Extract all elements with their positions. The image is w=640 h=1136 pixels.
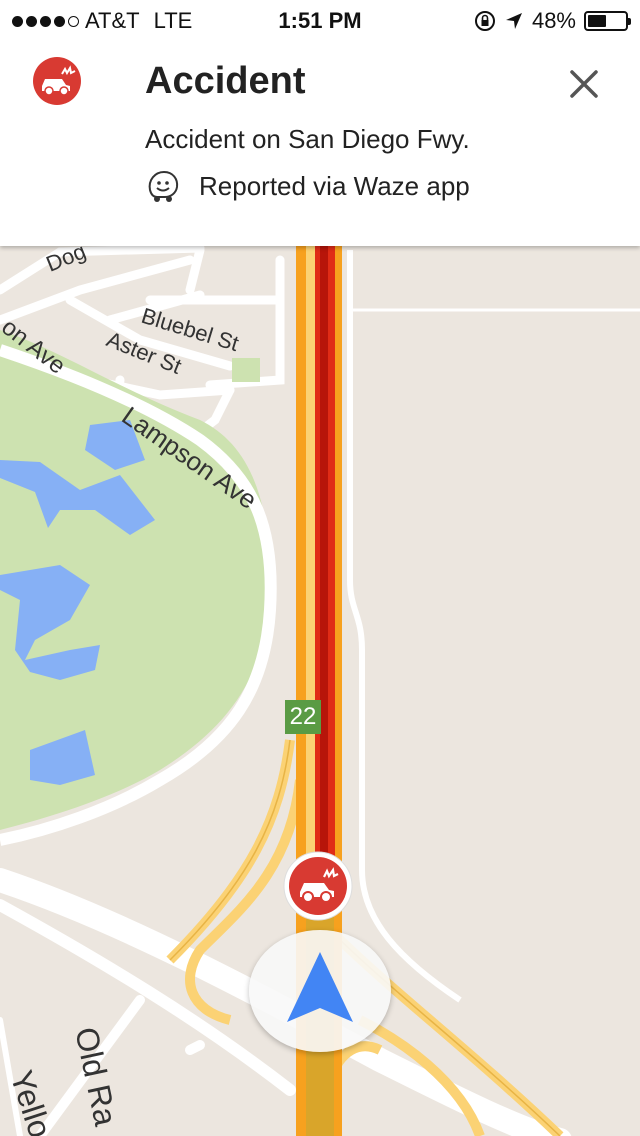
route-shield: 22 [285, 700, 321, 734]
close-icon[interactable] [560, 60, 608, 108]
incident-title: Accident [145, 60, 306, 102]
incident-source-text: Reported via Waze app [199, 170, 470, 201]
accident-marker-icon[interactable] [282, 850, 354, 922]
incident-card: Accident Accident on San Diego Fwy. Repo… [0, 40, 640, 246]
incident-description: Accident on San Diego Fwy. [145, 124, 470, 154]
car-crash-icon [33, 57, 81, 105]
navigation-arrow-icon [287, 952, 353, 1022]
park-patch [232, 358, 260, 382]
rotation-lock-icon [474, 11, 495, 31]
battery-icon [584, 11, 631, 31]
location-arrow-icon [505, 13, 522, 29]
freeway-congestion-core [320, 246, 328, 886]
navigation-button[interactable] [249, 930, 391, 1052]
waze-icon [148, 170, 179, 202]
status-bar: AT&T LTE 1:51 PM 48% [0, 0, 640, 40]
battery-percent: 48% [531, 8, 576, 33]
status-right: 48% [474, 8, 631, 34]
incident-source: Reported via Waze app [145, 168, 470, 204]
